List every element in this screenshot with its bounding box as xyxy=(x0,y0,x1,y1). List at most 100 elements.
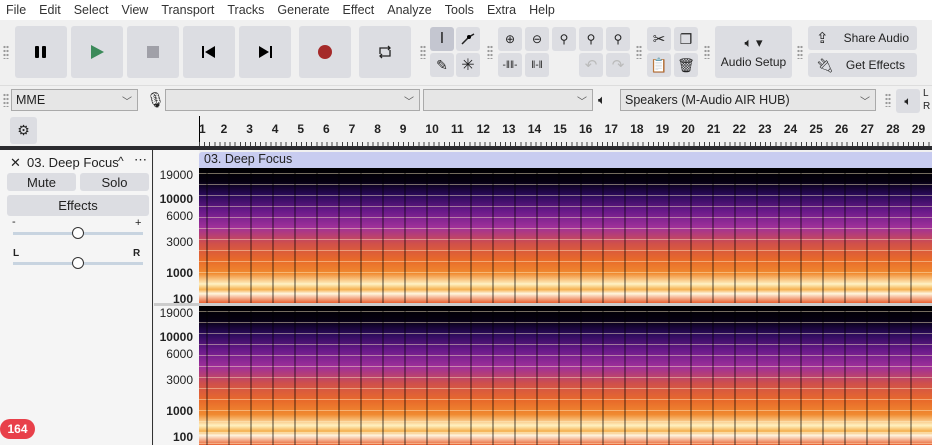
notification-badge[interactable]: 164 xyxy=(0,419,35,439)
zoom-in-icon: ⊕ xyxy=(504,32,516,46)
timeline-settings-button[interactable]: ⚙ xyxy=(10,117,37,144)
toolbar-grip[interactable] xyxy=(885,93,891,107)
track-name-menu[interactable]: 03. Deep Focus xyxy=(27,155,119,170)
ruler-tick-label: 29 xyxy=(911,122,926,136)
fit-project-button[interactable]: ⚲ xyxy=(579,27,603,51)
ruler-tick-label: 1 xyxy=(199,122,206,136)
spectrogram-left-channel[interactable] xyxy=(199,168,932,303)
ruler-tick-label: 15 xyxy=(553,122,567,136)
mute-button[interactable]: Mute xyxy=(7,173,76,191)
menu-generate[interactable]: Generate xyxy=(277,3,329,17)
menu-edit[interactable]: Edit xyxy=(39,3,61,17)
playback-device-value: Speakers (M-Audio AIR HUB) xyxy=(625,93,790,107)
toolbar-grip[interactable] xyxy=(797,45,803,59)
menu-effect[interactable]: Effect xyxy=(343,3,375,17)
envelope-tool-button[interactable] xyxy=(456,27,480,51)
redo-icon: ↷ xyxy=(611,57,625,74)
asterisk-icon: ✳ xyxy=(461,57,475,74)
ruler-tick-label: 24 xyxy=(783,122,798,136)
menu-extra[interactable]: Extra xyxy=(487,3,516,17)
meter-left-label: L xyxy=(923,88,929,99)
fit-selection-button[interactable]: ⚲ xyxy=(552,27,576,51)
get-effects-button[interactable]: 🔌︎ Get Effects xyxy=(808,53,917,77)
spectrogram-right-channel[interactable] xyxy=(199,306,932,445)
pan-slider-thumb[interactable] xyxy=(72,257,84,269)
playback-meter-button[interactable]: 🔈︎ xyxy=(896,89,920,113)
clip-header[interactable]: 03. Deep Focus xyxy=(199,152,932,168)
ruler-tick-label: 12 xyxy=(476,122,490,136)
recording-channels-select[interactable]: ﹀ xyxy=(423,89,593,111)
audio-setup-button[interactable]: 🔈︎ ▾ Audio Setup xyxy=(715,26,792,78)
menu-analyze[interactable]: Analyze xyxy=(387,3,431,17)
toolbar-grip[interactable] xyxy=(487,45,493,59)
skip-to-start-button[interactable] xyxy=(183,26,235,78)
toolbar-grip[interactable] xyxy=(704,45,710,59)
menu-tracks[interactable]: Tracks xyxy=(227,3,264,17)
toolbar-grip[interactable] xyxy=(420,45,426,59)
frequency-tick-label: 6000 xyxy=(166,209,193,223)
loop-button[interactable] xyxy=(359,26,411,78)
menu-transport[interactable]: Transport xyxy=(161,3,214,17)
ruler-tick-label: 16 xyxy=(579,122,593,136)
silence-icon: ‖-‖ xyxy=(531,59,543,71)
toolbar-grip[interactable] xyxy=(3,93,9,107)
multi-tool-button[interactable]: ✳ xyxy=(456,53,480,77)
selection-tool-button[interactable]: I xyxy=(430,27,454,51)
more-options-icon[interactable]: ⋯ xyxy=(134,152,147,168)
share-audio-button[interactable]: ⇪ Share Audio xyxy=(808,26,917,50)
paste-button[interactable]: 📋 xyxy=(647,53,671,77)
delete-button[interactable]: 🗑 xyxy=(674,53,698,77)
pause-icon xyxy=(35,46,46,58)
paste-icon: 📋 xyxy=(650,56,668,73)
ruler-tick-label: 13 xyxy=(502,122,516,136)
pause-button[interactable] xyxy=(15,26,67,78)
play-button[interactable] xyxy=(71,26,123,78)
cut-button[interactable]: ✂ xyxy=(647,27,671,51)
trim-button[interactable]: -‖‖- xyxy=(498,53,522,77)
gain-max-label: + xyxy=(135,217,142,229)
toolbar-grip[interactable] xyxy=(636,45,642,59)
record-button[interactable] xyxy=(299,26,351,78)
redo-button[interactable]: ↷ xyxy=(606,53,630,77)
ruler-tick-label: 10 xyxy=(425,122,439,136)
menu-bar: File Edit Select View Transport Tracks Generat… xyxy=(0,0,932,20)
silence-button[interactable]: ‖-‖ xyxy=(525,53,549,77)
collapse-track-icon[interactable]: ^ xyxy=(118,154,124,168)
frequency-tick-label: 1000 xyxy=(166,266,193,280)
audio-host-select[interactable]: MME ﹀ xyxy=(11,89,138,111)
menu-help[interactable]: Help xyxy=(529,3,555,17)
skip-to-end-button[interactable] xyxy=(239,26,291,78)
zoom-toggle-button[interactable]: ⚲ xyxy=(606,27,630,51)
chevron-down-icon: ﹀ xyxy=(577,97,587,108)
recording-device-select[interactable]: ﹀ xyxy=(165,89,420,111)
frequency-scale[interactable]: 19000 10000 6000 3000 1000 100 19000 10000 6000 3… xyxy=(154,150,199,445)
ruler-tick-label: 27 xyxy=(860,122,874,136)
gain-slider-thumb[interactable] xyxy=(72,227,84,239)
zoom-in-button[interactable]: ⊕ xyxy=(498,27,522,51)
menu-view[interactable]: View xyxy=(121,3,148,17)
zoom-out-button[interactable]: ⊖ xyxy=(525,27,549,51)
playback-device-select[interactable]: Speakers (M-Audio AIR HUB) ﹀ xyxy=(620,89,876,111)
timeline-ruler[interactable]: ⚙ 1 2 3 4 5 6 7 8 9 10 11 12 13 14 15 16 17 18 19 20 21 22 23 2… xyxy=(0,116,932,146)
close-track-icon[interactable]: ✕ xyxy=(10,155,21,171)
menu-file[interactable]: File xyxy=(6,3,26,17)
undo-button[interactable]: ↶ xyxy=(579,53,603,77)
trash-icon: 🗑 xyxy=(677,56,695,73)
copy-button[interactable]: ❐ xyxy=(674,27,698,51)
ruler-tick-label: 19 xyxy=(655,122,670,136)
frequency-tick-label: 3000 xyxy=(166,373,193,387)
effects-button[interactable]: Effects xyxy=(7,195,149,216)
solo-button[interactable]: Solo xyxy=(80,173,149,191)
undo-icon: ↶ xyxy=(584,57,598,74)
toolbar-grip[interactable] xyxy=(3,45,9,59)
menu-tools[interactable]: Tools xyxy=(445,3,474,17)
menu-select[interactable]: Select xyxy=(74,3,109,17)
ruler-tick-label: 20 xyxy=(681,122,695,136)
ruler-tick-label: 7 xyxy=(348,122,356,136)
stop-button[interactable] xyxy=(127,26,179,78)
frequency-tick-label: 100 xyxy=(172,430,193,444)
draw-tool-button[interactable]: ✎ xyxy=(430,53,454,77)
frequency-tick-label: 19000 xyxy=(159,168,193,182)
ruler-tick-label: 4 xyxy=(271,122,279,136)
speaker-icon: 🔈︎ xyxy=(904,93,912,108)
